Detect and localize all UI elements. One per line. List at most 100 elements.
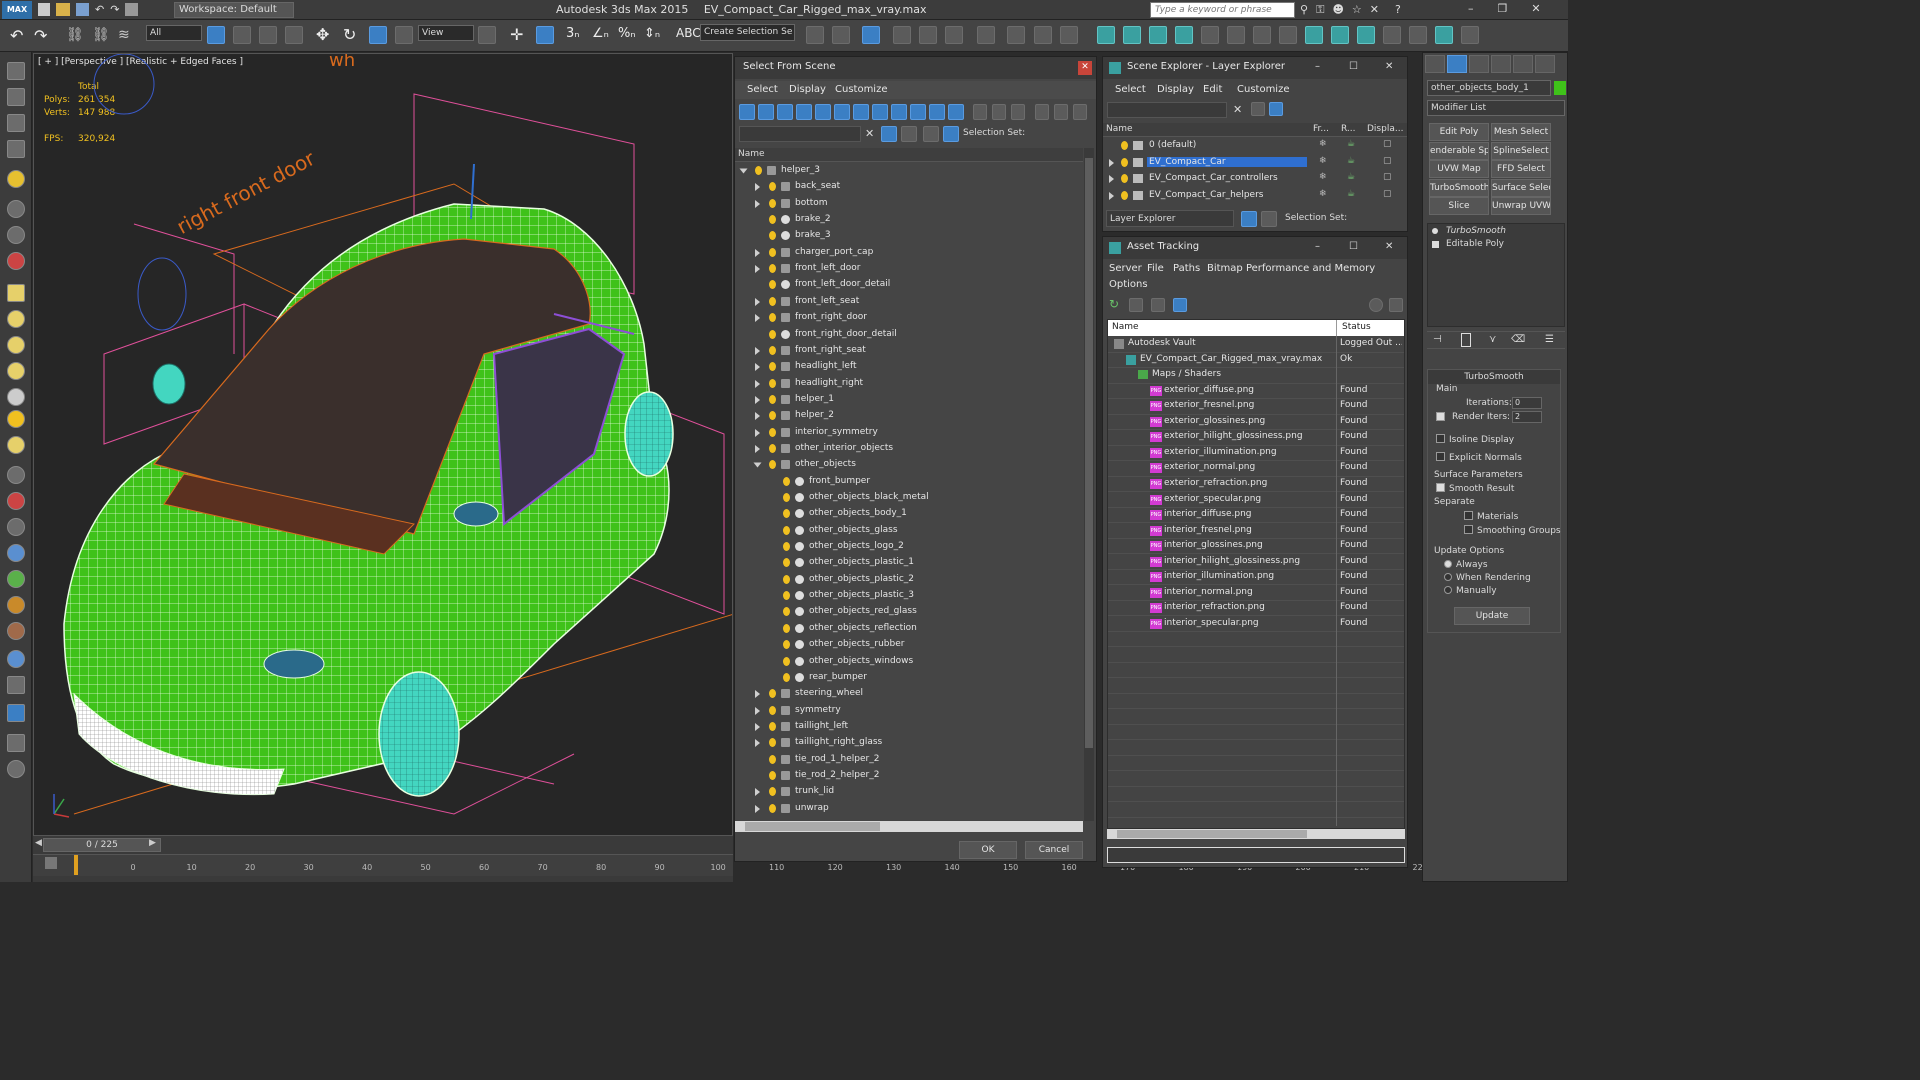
- asset-row[interactable]: PNG exterior_specular.png Found: [1108, 493, 1404, 509]
- modifier-on-icon[interactable]: [1432, 228, 1438, 234]
- stone-icon[interactable]: [7, 622, 25, 640]
- tree-item[interactable]: taillight_right_glass: [735, 735, 1083, 751]
- display-tab-icon[interactable]: [1513, 55, 1533, 73]
- tree-item[interactable]: interior_symmetry: [735, 425, 1083, 441]
- expand-arrow-icon[interactable]: [755, 739, 760, 748]
- asset-row[interactable]: PNG interior_specular.png Found: [1108, 617, 1404, 633]
- modifier-button[interactable]: Slice: [1429, 197, 1489, 215]
- user-icon[interactable]: ☻: [1332, 3, 1343, 17]
- tree-item[interactable]: taillight_left: [735, 719, 1083, 735]
- close-icon[interactable]: ✕: [1385, 61, 1393, 72]
- asset-row[interactable]: PNG exterior_normal.png Found: [1108, 461, 1404, 477]
- tree-item[interactable]: other_objects: [735, 457, 1083, 473]
- tree-item[interactable]: other_objects_plastic_1: [735, 555, 1083, 571]
- vray-sun-button[interactable]: [1149, 26, 1167, 44]
- menu-customize[interactable]: Customize: [835, 84, 888, 95]
- visibility-bulb-icon[interactable]: [783, 525, 790, 535]
- visibility-bulb-icon[interactable]: [769, 721, 776, 731]
- smooth-result-checkbox[interactable]: [1436, 483, 1445, 492]
- modifier-button[interactable]: enderable Splin: [1429, 141, 1489, 160]
- tree-item[interactable]: helper_2: [735, 408, 1083, 424]
- modifier-button[interactable]: UVW Map: [1429, 160, 1489, 178]
- modifier-button[interactable]: Unwrap UVW: [1491, 197, 1551, 215]
- camera-icon[interactable]: [7, 704, 25, 722]
- visibility-bulb-icon[interactable]: [769, 770, 776, 780]
- filter-geometry-icon[interactable]: [739, 104, 755, 120]
- expand-arrow-icon[interactable]: [755, 395, 760, 404]
- display-box-icon[interactable]: ▢: [1383, 156, 1392, 166]
- modifier-list-dropdown[interactable]: Modifier List: [1427, 100, 1565, 116]
- pyramid-icon[interactable]: [7, 388, 25, 406]
- rig-icon[interactable]: [7, 226, 25, 244]
- display-box-icon[interactable]: ▢: [1383, 139, 1392, 149]
- collapse-arrow-icon[interactable]: [739, 168, 748, 174]
- modifier-button[interactable]: Edit Poly: [1429, 123, 1489, 141]
- filter-hidden-icon[interactable]: [948, 104, 964, 120]
- visibility-bulb-icon[interactable]: [769, 443, 776, 453]
- select-none-icon[interactable]: [992, 104, 1006, 120]
- hierarchy-icon[interactable]: [1261, 211, 1277, 227]
- filter-groups-icon[interactable]: [853, 104, 869, 120]
- visibility-bulb-icon[interactable]: [769, 803, 776, 813]
- undo-icon[interactable]: ↶: [95, 3, 104, 16]
- maximize-icon[interactable]: ❐: [1498, 2, 1508, 15]
- ok-button[interactable]: OK: [959, 841, 1017, 859]
- binoculars-icon[interactable]: ⚲: [1300, 3, 1308, 17]
- freeze-icon[interactable]: ❄: [1319, 189, 1327, 199]
- expand-arrow-icon[interactable]: [755, 346, 760, 355]
- vray-frame-buffer-button[interactable]: [1305, 26, 1323, 44]
- menu-file[interactable]: File: [1147, 263, 1164, 274]
- render-iters-spinner[interactable]: 2: [1512, 411, 1542, 423]
- help-icon[interactable]: ?: [1395, 3, 1401, 17]
- redo-button[interactable]: ↷: [34, 26, 47, 45]
- tree-item[interactable]: headlight_right: [735, 376, 1083, 392]
- help-circle-icon[interactable]: [7, 760, 25, 778]
- tree-item[interactable]: helper_1: [735, 392, 1083, 408]
- materials-checkbox[interactable]: [1464, 511, 1473, 520]
- layers-icon[interactable]: [923, 126, 939, 142]
- create-tab-icon[interactable]: [1425, 55, 1445, 73]
- tree-item[interactable]: bottom: [735, 196, 1083, 212]
- vray-sphere-button[interactable]: [1253, 26, 1271, 44]
- curve-editor-button[interactable]: [945, 26, 963, 44]
- dots-icon[interactable]: [7, 466, 25, 484]
- layer-row[interactable]: EV_Compact_Car_helpers ❄ ☕ ▢: [1103, 188, 1407, 204]
- placement-button[interactable]: [395, 26, 413, 44]
- layer-row[interactable]: EV_Compact_Car ❄ ☕ ▢: [1103, 155, 1407, 171]
- asset-row[interactable]: PNG exterior_glossines.png Found: [1108, 415, 1404, 431]
- maximize-icon[interactable]: ☐: [1349, 61, 1358, 72]
- asset-row[interactable]: PNG interior_fresnel.png Found: [1108, 524, 1404, 540]
- find-input[interactable]: [739, 126, 861, 142]
- redo-icon[interactable]: ↷: [110, 3, 119, 16]
- render-production-button[interactable]: [1097, 26, 1115, 44]
- modify-tab-icon[interactable]: [1447, 55, 1467, 73]
- visibility-bulb-icon[interactable]: [769, 280, 776, 290]
- align-button[interactable]: [832, 26, 850, 44]
- isoline-checkbox[interactable]: [1436, 434, 1445, 443]
- filter-containers-icon[interactable]: [910, 104, 926, 120]
- selection-filter-dropdown[interactable]: All: [146, 25, 202, 41]
- scene-tree[interactable]: helper_3 back_seat bottom brake_2 brake_3 cha…: [735, 163, 1083, 821]
- menu-paths[interactable]: Paths: [1173, 263, 1200, 274]
- selection-set-icon[interactable]: [943, 126, 959, 142]
- asset-row[interactable]: PNG exterior_fresnel.png Found: [1108, 399, 1404, 415]
- visibility-bulb-icon[interactable]: [783, 623, 790, 633]
- freeze-icon[interactable]: ❄: [1319, 139, 1327, 149]
- visibility-bulb-icon[interactable]: [769, 215, 776, 225]
- layer-visibility-bulb-icon[interactable]: [1121, 190, 1128, 200]
- find-filter-icon[interactable]: [881, 126, 897, 142]
- expand-arrow-icon[interactable]: [755, 379, 760, 388]
- filter-lights-icon[interactable]: [777, 104, 793, 120]
- layer-visibility-bulb-icon[interactable]: [1121, 157, 1128, 167]
- layer-table-header[interactable]: Name Fr... R... Displa...: [1103, 123, 1407, 137]
- menu-bitmap-performance[interactable]: Bitmap Performance and Memory: [1207, 263, 1375, 274]
- globe-icon[interactable]: [7, 544, 25, 562]
- search-input[interactable]: Type a keyword or phrase: [1150, 2, 1295, 18]
- toggle-layer-explorer-button[interactable]: [893, 26, 911, 44]
- filter-bones-icon[interactable]: [891, 104, 907, 120]
- close-icon[interactable]: ✕: [1078, 61, 1092, 75]
- modifier-button[interactable]: SplineSelect: [1491, 141, 1551, 160]
- expand-arrow-icon[interactable]: [755, 412, 760, 421]
- bind-spacewarp-icon[interactable]: ≋: [118, 27, 130, 43]
- render-setup-button[interactable]: [1034, 26, 1052, 44]
